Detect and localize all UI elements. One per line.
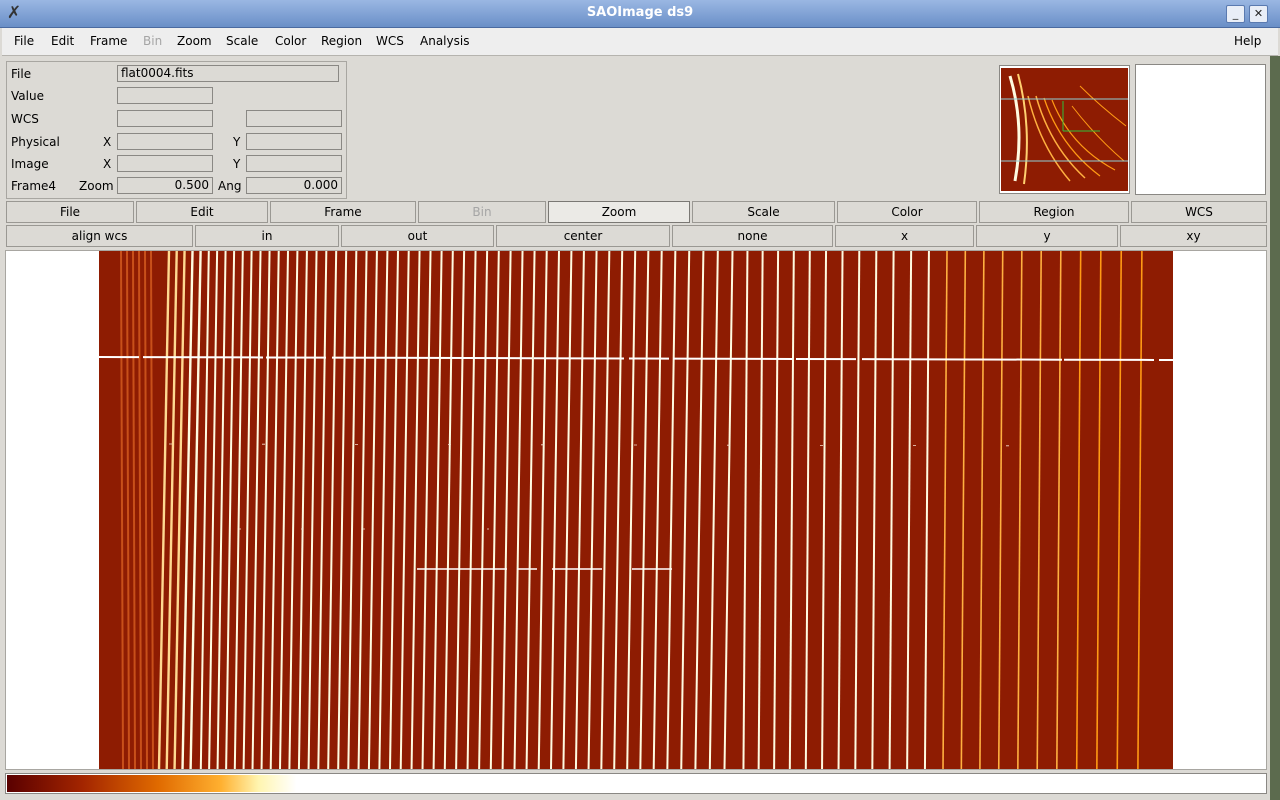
menu-scale[interactable]: Scale xyxy=(226,34,258,48)
button-file[interactable]: File xyxy=(6,201,134,223)
frame-label: Frame4 xyxy=(11,179,57,193)
button-edit[interactable]: Edit xyxy=(136,201,268,223)
menu-frame[interactable]: Frame xyxy=(90,34,127,48)
colorbar-frame xyxy=(5,773,1267,794)
button-bin: Bin xyxy=(418,201,546,223)
button-zoom-none[interactable]: none xyxy=(672,225,833,247)
wcs-field-2 xyxy=(246,110,342,127)
zoom-label: Zoom xyxy=(79,179,114,193)
desktop-background xyxy=(1270,56,1280,800)
button-zoom-center[interactable]: center xyxy=(496,225,670,247)
button-frame[interactable]: Frame xyxy=(270,201,416,223)
colorbar[interactable] xyxy=(7,775,1265,792)
button-flip-y[interactable]: y xyxy=(976,225,1118,247)
angle-field: 0.000 xyxy=(246,177,342,194)
menu-region[interactable]: Region xyxy=(321,34,362,48)
menu-bar: File Edit Frame Bin Zoom Scale Color Reg… xyxy=(2,28,1278,56)
image-x-label: X xyxy=(103,157,112,171)
button-zoom-out[interactable]: out xyxy=(341,225,494,247)
menu-zoom[interactable]: Zoom xyxy=(177,34,212,48)
image-label: Image xyxy=(11,157,49,171)
image-y-label: Y xyxy=(233,157,241,171)
physical-y-field xyxy=(246,133,342,150)
physical-label: Physical xyxy=(11,135,60,149)
image-x-field xyxy=(117,155,213,172)
image-canvas[interactable] xyxy=(5,250,1267,770)
window-title: SAOImage ds9 xyxy=(586,5,694,20)
minimize-icon[interactable]: _ xyxy=(1226,5,1245,23)
menu-color[interactable]: Color xyxy=(275,34,306,48)
file-label: File xyxy=(11,67,32,81)
close-icon[interactable]: ✕ xyxy=(1249,5,1268,23)
value-field xyxy=(117,87,213,104)
physical-y-label: Y xyxy=(233,135,241,149)
title-bar: ✗ SAOImage ds9 _ ✕ xyxy=(0,0,1280,28)
physical-x-label: X xyxy=(103,135,112,149)
button-wcs[interactable]: WCS xyxy=(1131,201,1267,223)
button-flip-xy[interactable]: xy xyxy=(1120,225,1267,247)
image-y-field xyxy=(246,155,342,172)
wcs-label: WCS xyxy=(11,112,39,126)
panner[interactable] xyxy=(999,65,1130,194)
magnifier xyxy=(1135,64,1266,195)
wcs-field-1 xyxy=(117,110,213,127)
menu-analysis[interactable]: Analysis xyxy=(420,34,469,48)
menu-help[interactable]: Help xyxy=(1234,34,1261,48)
button-scale[interactable]: Scale xyxy=(692,201,835,223)
menu-wcs[interactable]: WCS xyxy=(376,34,404,48)
button-align-wcs[interactable]: align wcs xyxy=(6,225,193,247)
angle-label: Ang xyxy=(218,179,242,193)
button-flip-x[interactable]: x xyxy=(835,225,974,247)
fits-image[interactable] xyxy=(99,251,1173,769)
file-field: flat0004.fits xyxy=(117,65,339,82)
button-zoom[interactable]: Zoom xyxy=(548,201,690,223)
zoom-field: 0.500 xyxy=(117,177,213,194)
physical-x-field xyxy=(117,133,213,150)
menu-file[interactable]: File xyxy=(14,34,34,48)
button-region[interactable]: Region xyxy=(979,201,1129,223)
value-label: Value xyxy=(11,89,44,103)
button-color[interactable]: Color xyxy=(837,201,977,223)
info-panel: File flat0004.fits Value WCS Physical X … xyxy=(6,61,347,199)
menu-edit[interactable]: Edit xyxy=(51,34,74,48)
button-zoom-in[interactable]: in xyxy=(195,225,339,247)
menu-bin: Bin xyxy=(143,34,163,48)
